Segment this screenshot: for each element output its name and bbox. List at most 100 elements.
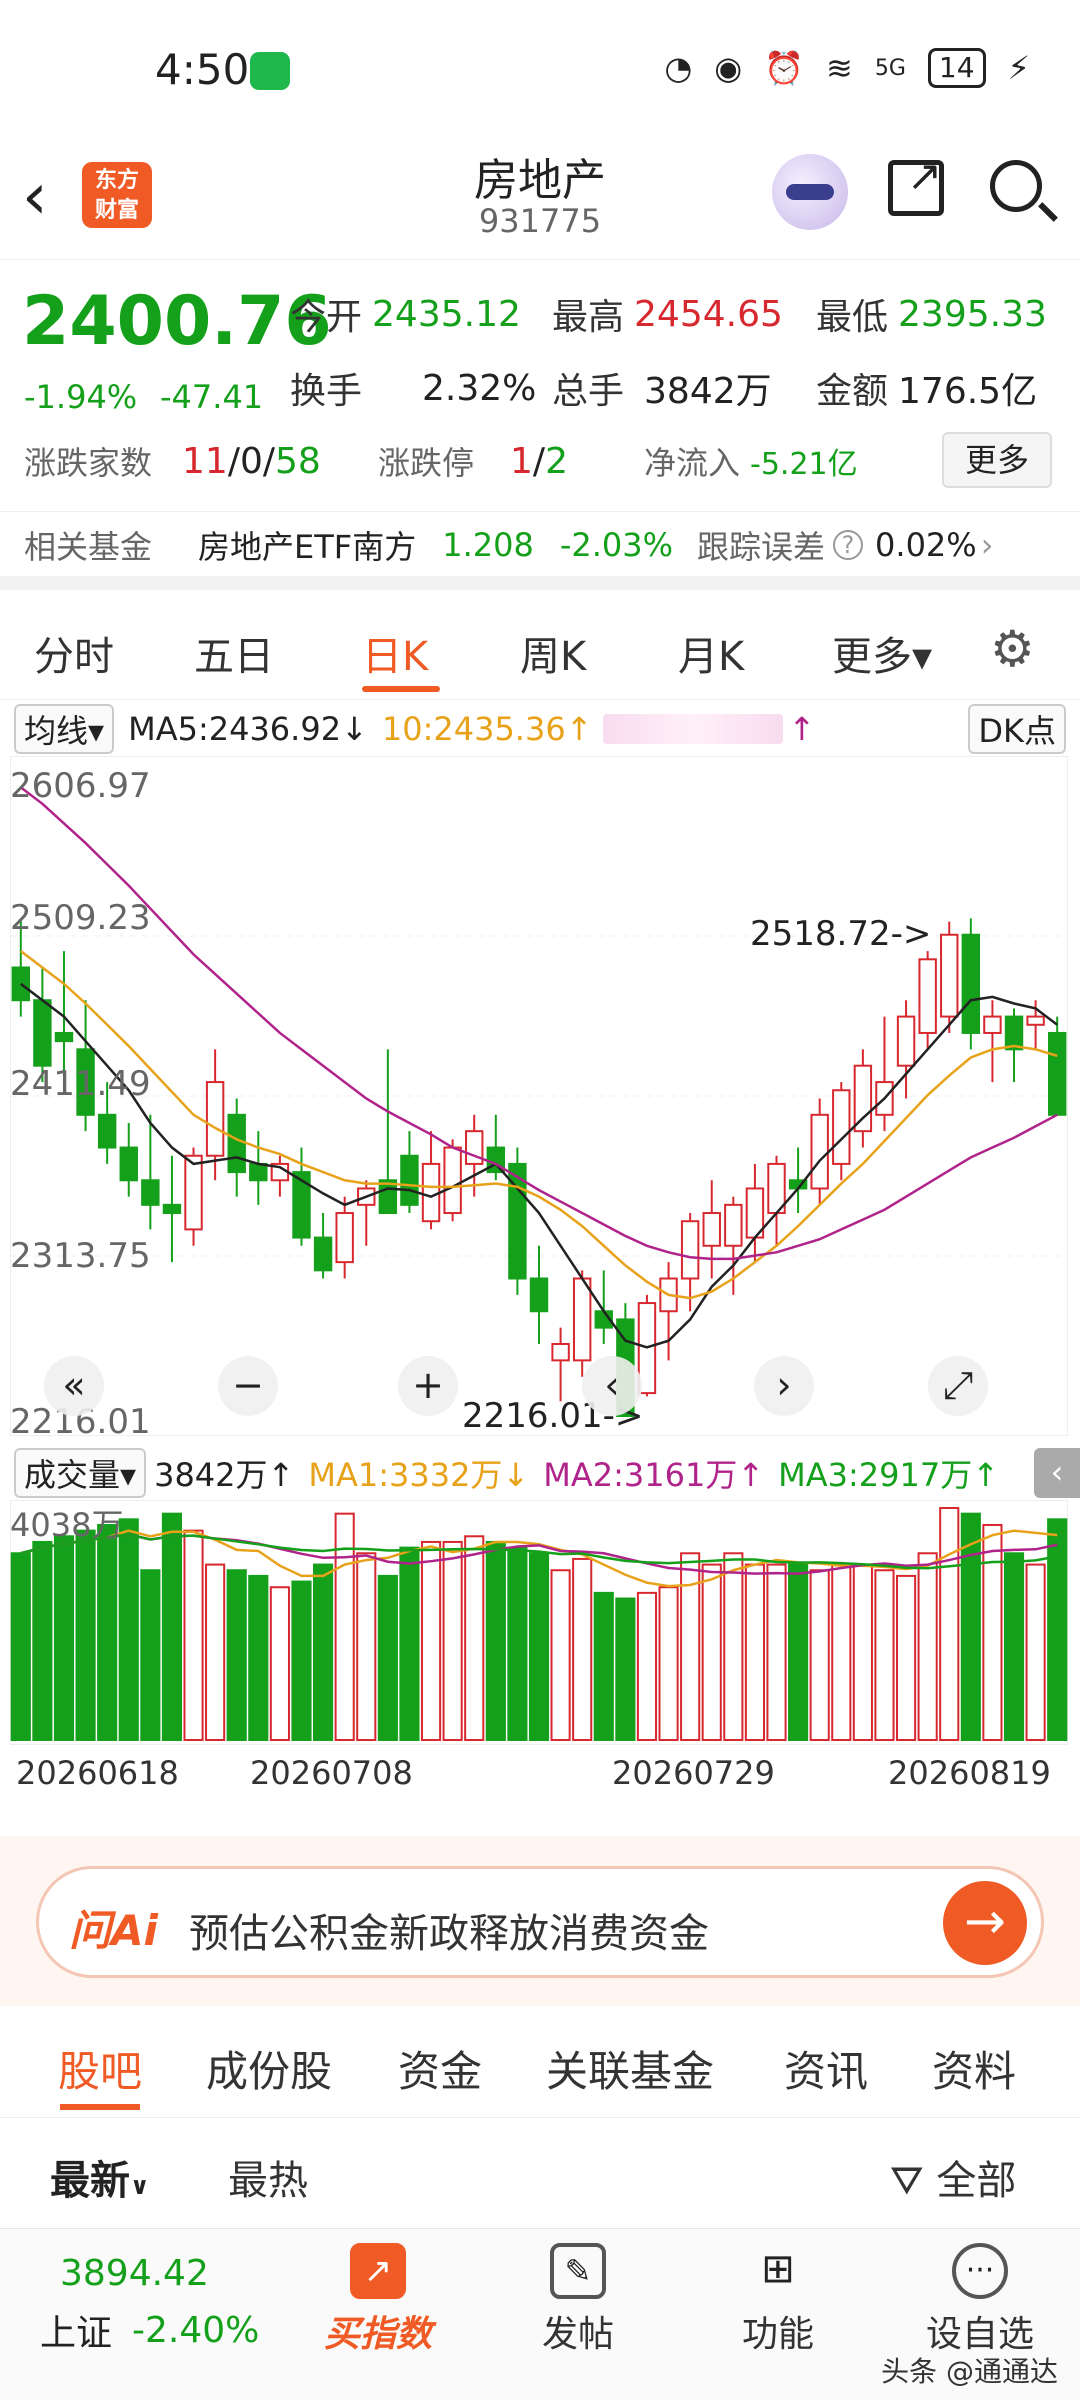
- vol-ma3-label: MA3:2917万↑: [778, 1456, 1000, 1494]
- trend-chart-icon: ↗: [350, 2243, 406, 2299]
- collapse-panel-icon[interactable]: ‹: [1034, 1448, 1080, 1498]
- settings-gear-icon[interactable]: ⚙: [990, 620, 1035, 678]
- candle-body: [162, 1203, 182, 1215]
- candle-body: [33, 999, 52, 1067]
- tab-related-funds[interactable]: 关联基金: [546, 2038, 714, 2099]
- prev-icon[interactable]: ‹: [582, 1356, 642, 1416]
- alarm-icon: ⏰: [764, 49, 805, 87]
- volume-bar: [442, 1540, 463, 1741]
- tab-funds-flow[interactable]: 资金: [398, 2038, 482, 2099]
- candle: [357, 1180, 376, 1246]
- candle: [918, 951, 937, 1050]
- tab-forum[interactable]: 股吧: [58, 2038, 142, 2099]
- kline-chart[interactable]: 2606.97 2509.23 2411.49 2313.75 2216.01 …: [9, 755, 1069, 1442]
- high-stat: 最高 2454.65: [552, 293, 783, 339]
- active-tab-indicator: [60, 2104, 140, 2110]
- tab-daily-k[interactable]: 日K: [362, 624, 428, 682]
- volume-bar: [982, 1523, 1003, 1741]
- help-icon[interactable]: ?: [833, 530, 864, 560]
- volume-bar: [658, 1586, 679, 1741]
- filter-button[interactable]: ⛛ 全部: [890, 2148, 1016, 2206]
- tab-constituents[interactable]: 成份股: [206, 2038, 332, 2099]
- nav-buy-index[interactable]: ↗ 买指数: [298, 2229, 458, 2400]
- date-tick-3: 20260819: [888, 1754, 1051, 1792]
- ma-selector[interactable]: 均线▾: [14, 704, 115, 754]
- volume-bar: [809, 1569, 830, 1742]
- dk-point-button[interactable]: DK点: [968, 704, 1066, 754]
- volume-bar: [1025, 1563, 1046, 1741]
- tab-intraday[interactable]: 分时: [34, 624, 114, 682]
- nav-post[interactable]: ✎ 发帖: [498, 2229, 658, 2400]
- candle: [940, 921, 959, 1033]
- charging-icon: ⚡: [1007, 49, 1030, 87]
- high-annotation: 2518.72->: [750, 914, 932, 954]
- amount-stat: 金额 176.5亿: [816, 371, 1038, 412]
- header: ‹ 房地产 931775: [0, 130, 1080, 260]
- candle: [313, 1213, 333, 1279]
- active-tab-indicator: [362, 686, 440, 692]
- candle: [745, 1163, 765, 1263]
- volume-bar: [550, 1569, 571, 1742]
- ma20-arrow: ↑: [788, 710, 816, 748]
- index-quote[interactable]: 3894.42 上证 -2.40%: [40, 2253, 259, 2356]
- tab-profile[interactable]: 资料: [932, 2038, 1016, 2099]
- sort-latest[interactable]: 最新∨: [50, 2148, 150, 2206]
- volume-selector[interactable]: 成交量▾: [14, 1448, 147, 1498]
- battery-icon: 14: [927, 48, 986, 88]
- ai-suggestion[interactable]: 问Ai 预估公积金新政释放消费资金 →: [36, 1866, 1044, 1978]
- change-abs: -47.41: [160, 378, 264, 416]
- date-tick-2: 20260729: [612, 1754, 775, 1792]
- candle-body: [421, 1162, 441, 1223]
- candle: [702, 1180, 721, 1279]
- volume-bar: [118, 1518, 139, 1741]
- related-fund-row[interactable]: 相关基金 房地产ETF南方 1.208 -2.03% 跟踪误差 ? 0.02% …: [0, 514, 1080, 590]
- search-icon[interactable]: [990, 160, 1042, 212]
- fullscreen-icon[interactable]: ⤢: [928, 1356, 988, 1416]
- volume-bar: [10, 1552, 31, 1741]
- candle-body: [1004, 1015, 1024, 1051]
- share-icon[interactable]: [888, 151, 944, 216]
- candle-body: [292, 1171, 311, 1239]
- tab-monthly-k[interactable]: 月K: [678, 624, 744, 682]
- ai-assistant-icon[interactable]: [772, 154, 848, 230]
- candle-body: [249, 1162, 268, 1182]
- volume-bar: [874, 1569, 895, 1742]
- arrow-right-icon[interactable]: →: [943, 1881, 1027, 1965]
- content-tabs: 股吧 成份股 资金 关联基金 资讯 资料: [0, 2008, 1080, 2118]
- candle: [832, 1082, 851, 1181]
- volume-chart[interactable]: 4038万: [9, 1499, 1069, 1746]
- low-stat: 最低 2395.33: [816, 293, 1047, 339]
- tab-news[interactable]: 资讯: [784, 2038, 868, 2099]
- volume-bar: [680, 1552, 701, 1741]
- netflow-stat: 净流入 -5.21亿: [644, 444, 858, 482]
- candle-body: [1047, 1031, 1067, 1116]
- volume-bar: [356, 1552, 377, 1741]
- candle: [162, 1155, 182, 1263]
- candle-body: [940, 933, 959, 1018]
- brand-logo: 东方 财富: [82, 162, 152, 228]
- candle: [141, 1114, 160, 1230]
- sort-tabs: 最新∨ 最热 ⛛ 全部: [0, 2118, 1080, 2228]
- y-tick-2: 2411.49: [10, 1064, 151, 1104]
- chart-period-tabs: 分时 五日 日K 周K 月K 更多▾ ⚙: [0, 600, 1080, 700]
- volume-bar: [313, 1563, 334, 1741]
- zoom-out-icon[interactable]: −: [218, 1356, 278, 1416]
- next-icon[interactable]: ›: [754, 1356, 814, 1416]
- chevron-right-icon: ›: [980, 526, 994, 564]
- volume-bar: [291, 1580, 312, 1741]
- tab-five-day[interactable]: 五日: [194, 624, 274, 682]
- candle-body: [11, 966, 31, 1002]
- nav-functions[interactable]: ⊞ 功能: [698, 2229, 858, 2400]
- tab-weekly-k[interactable]: 周K: [520, 624, 586, 682]
- zoom-in-icon[interactable]: +: [398, 1356, 458, 1416]
- volume-bar: [75, 1529, 96, 1742]
- candle: [1047, 1016, 1067, 1116]
- more-button[interactable]: 更多: [942, 432, 1052, 488]
- tab-more[interactable]: 更多▾: [832, 624, 932, 682]
- volume-bar: [615, 1597, 636, 1741]
- candle: [119, 1122, 138, 1197]
- volume-bar: [377, 1574, 398, 1741]
- sort-hot[interactable]: 最热: [228, 2148, 308, 2206]
- candle: [443, 1139, 462, 1222]
- rewind-icon[interactable]: «: [44, 1356, 104, 1416]
